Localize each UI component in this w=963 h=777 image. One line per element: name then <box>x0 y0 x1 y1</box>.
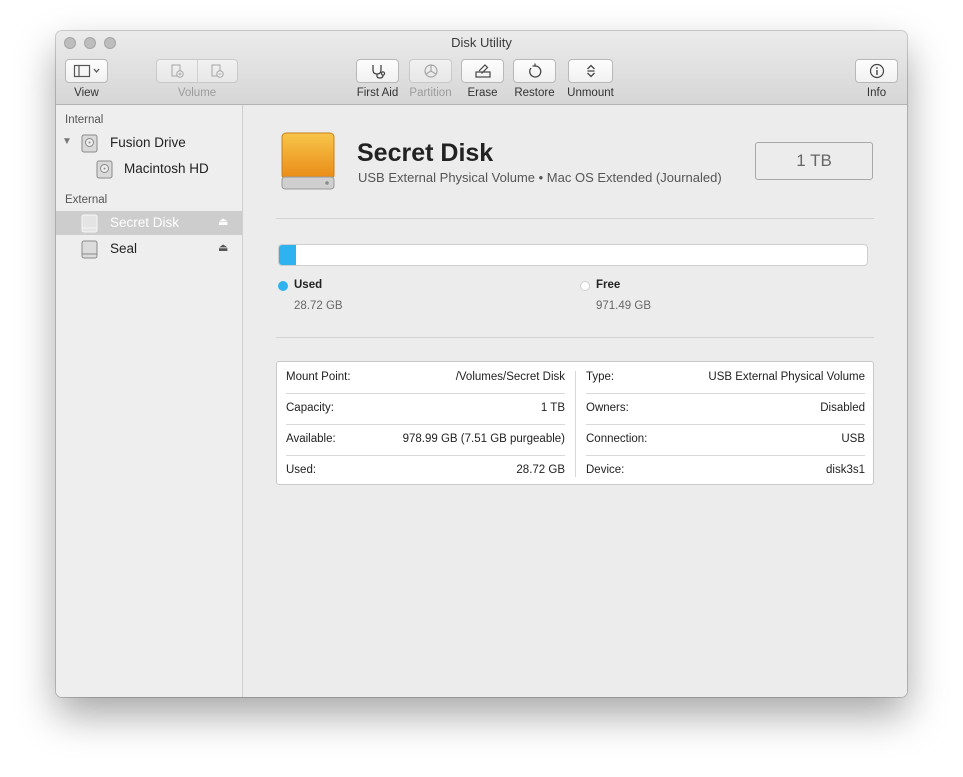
info-row-capacity: Capacity: 1 TB <box>286 393 565 424</box>
divider <box>276 337 874 338</box>
info-value: 1 TB <box>540 402 565 414</box>
free-label: Free <box>596 279 621 291</box>
info-button[interactable] <box>855 59 898 83</box>
info-key: Type: <box>586 371 615 383</box>
disk-subtitle: USB External Physical Volume • Mac OS Ex… <box>358 170 722 185</box>
sidebar-item-secret-disk[interactable]: Secret Disk ⏏ <box>56 211 242 235</box>
info-row-owners: Owners: Disabled <box>586 393 865 424</box>
remove-volume-button[interactable] <box>198 60 238 82</box>
info-row-used: Used: 28.72 GB <box>286 455 565 486</box>
info-value: USB External Physical Volume <box>708 371 865 383</box>
add-volume-icon <box>171 64 184 78</box>
info-row-mount-point: Mount Point: /Volumes/Secret Disk <box>286 362 565 393</box>
partition-button[interactable] <box>409 59 452 83</box>
detail-panel: Secret Disk USB External Physical Volume… <box>243 105 907 697</box>
internal-volume-icon <box>96 160 113 179</box>
info-key: Device: <box>586 464 625 476</box>
info-value: 978.99 GB (7.51 GB purgeable) <box>402 433 565 445</box>
eject-icon[interactable]: ⏏ <box>218 241 228 254</box>
stethoscope-icon <box>371 65 385 79</box>
partition-label: Partition <box>409 87 452 99</box>
info-value: disk3s1 <box>826 464 865 476</box>
sidebar-toggle-icon <box>73 64 99 78</box>
free-value: 971.49 GB <box>596 300 651 312</box>
info-row-device: Device: disk3s1 <box>586 455 865 486</box>
used-value: 28.72 GB <box>294 300 343 312</box>
window-title: Disk Utility <box>451 35 512 50</box>
erase-button[interactable] <box>461 59 504 83</box>
info-value: Disabled <box>820 402 865 414</box>
unmount-label: Unmount <box>567 87 614 99</box>
sidebar-item-label: Macintosh HD <box>124 161 209 176</box>
column-divider <box>575 371 576 477</box>
used-segment <box>279 245 297 265</box>
disk-name: Secret Disk <box>357 139 494 167</box>
view-button[interactable] <box>65 59 108 83</box>
partition-pie-icon <box>423 64 438 78</box>
restore-label: Restore <box>514 87 555 99</box>
external-drive-icon <box>81 214 98 233</box>
info-value: USB <box>841 433 865 445</box>
info-key: Capacity: <box>286 402 334 414</box>
divider <box>276 218 874 219</box>
sidebar-item-seal[interactable]: Seal ⏏ <box>56 237 242 261</box>
info-key: Connection: <box>586 433 648 445</box>
volume-label: Volume <box>177 87 217 99</box>
unmount-icon <box>586 64 595 78</box>
restore-button[interactable] <box>513 59 556 83</box>
usage-bar <box>278 244 868 266</box>
eject-icon[interactable]: ⏏ <box>218 215 228 228</box>
volume-segmented-control[interactable] <box>156 59 238 83</box>
sidebar-section-external: External <box>65 194 108 206</box>
info-value: /Volumes/Secret Disk <box>455 371 565 383</box>
info-table: Mount Point: /Volumes/Secret Disk Capaci… <box>276 361 874 485</box>
sidebar-item-fusion-drive[interactable]: ▼ Fusion Drive <box>56 131 242 155</box>
info-label: Info <box>866 87 887 99</box>
info-row-type: Type: USB External Physical Volume <box>586 362 865 393</box>
info-icon <box>869 63 884 79</box>
view-label: View <box>74 87 99 99</box>
free-legend-dot <box>580 281 590 291</box>
erase-drive-icon <box>474 64 491 78</box>
used-label: Used <box>294 279 323 291</box>
sidebar-item-label: Fusion Drive <box>110 135 186 150</box>
external-drive-large-icon <box>281 132 335 190</box>
internal-drive-icon <box>81 134 98 153</box>
add-volume-button[interactable] <box>157 60 198 82</box>
external-drive-icon <box>81 240 98 259</box>
sidebar-item-macintosh-hd[interactable]: Macintosh HD <box>56 157 242 181</box>
sidebar: Internal ▼ Fusion Drive Macintosh HD Ext… <box>56 105 243 697</box>
disclosure-triangle-icon[interactable]: ▼ <box>62 136 72 147</box>
info-row-connection: Connection: USB <box>586 424 865 455</box>
sidebar-item-label: Seal <box>110 241 138 256</box>
used-legend-dot <box>278 281 288 291</box>
info-value: 28.72 GB <box>516 464 565 476</box>
first-aid-label: First Aid <box>356 87 399 99</box>
info-key: Available: <box>286 433 336 445</box>
sidebar-item-label: Secret Disk <box>110 215 180 230</box>
disk-utility-window: Disk Utility View Volume First Aid Parti… <box>56 31 907 697</box>
disk-size-badge: 1 TB <box>755 142 873 180</box>
remove-volume-icon <box>211 64 224 78</box>
info-key: Mount Point: <box>286 371 351 383</box>
erase-label: Erase <box>467 87 498 99</box>
info-key: Used: <box>286 464 317 476</box>
info-row-available: Available: 978.99 GB (7.51 GB purgeable) <box>286 424 565 455</box>
restore-arrow-icon <box>528 63 541 78</box>
first-aid-button[interactable] <box>356 59 399 83</box>
info-key: Owners: <box>586 402 629 414</box>
sidebar-section-internal: Internal <box>65 114 104 126</box>
title-bar: Disk Utility View Volume First Aid Parti… <box>56 31 907 105</box>
unmount-button[interactable] <box>568 59 613 83</box>
